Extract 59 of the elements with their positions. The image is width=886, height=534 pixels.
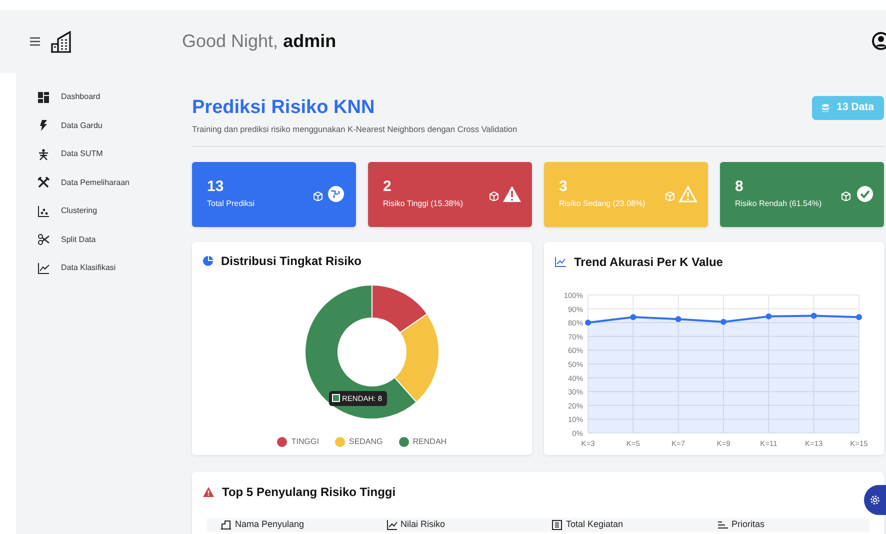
point — [856, 314, 862, 320]
line-chart-icon — [38, 262, 50, 274]
scissors-icon — [38, 234, 50, 246]
tower-icon — [38, 148, 50, 160]
column-header: Total Kegiatan — [538, 518, 704, 532]
lightning-icon — [38, 120, 50, 132]
sidebar-item[interactable]: Data Klasifikasi — [16, 254, 175, 282]
sidebar-item[interactable]: Data Pemeliharaan — [16, 168, 175, 197]
database-icon — [822, 104, 829, 112]
page-subtitle: Training dan prediksi risiko menggunakan K-Nearest Neighbors dengan Cross Validation — [192, 123, 518, 136]
column-header: Prioritas — [704, 518, 869, 532]
sidebar-item[interactable]: Dashboard — [16, 83, 175, 112]
line-chart-icon — [386, 520, 396, 530]
legend-dot — [398, 436, 409, 447]
stat-value: 13 — [207, 178, 225, 195]
dashboard-icon — [38, 92, 50, 103]
data-count-badge: 13 Data — [812, 96, 884, 120]
table-icon — [552, 520, 562, 530]
point — [585, 319, 591, 326]
column-header: Nama Penyulang — [207, 518, 372, 532]
page-title: Prediksi Risiko KNN — [192, 96, 376, 120]
menu-icon[interactable] — [30, 37, 40, 46]
warning-icon — [203, 486, 214, 497]
legend-dot — [277, 436, 288, 447]
point — [766, 313, 772, 320]
scatter-plot-icon — [38, 206, 50, 217]
legend-label: TINGGI — [291, 436, 319, 448]
check-circle-icon — [854, 185, 874, 204]
legend-label: RENDAH — [412, 436, 447, 448]
stat-value: 3 — [559, 178, 568, 195]
stat-label: Risiko Tinggi (15.38%) — [383, 198, 464, 210]
card-title: Top 5 Penyulang Risiko Tinggi — [222, 484, 396, 501]
column-header: Nilai Risiko — [372, 518, 538, 532]
stat-label: Total Prediksi — [207, 198, 255, 210]
greeting-text: Good Night, admin — [182, 30, 336, 53]
card-title: Trend Akurasi Per K Value — [574, 254, 723, 271]
card-title: Distribusi Tingkat Risiko — [221, 252, 362, 270]
legend-dot — [334, 436, 345, 447]
pie-chart-icon — [203, 256, 213, 266]
sidebar-item[interactable]: Data Gardu — [16, 112, 175, 140]
legend-label: SEDANG — [348, 436, 383, 448]
stat-value: 2 — [383, 178, 392, 195]
point — [675, 316, 682, 322]
tools-icon — [38, 177, 50, 188]
line-chart-icon — [555, 256, 566, 267]
point — [630, 314, 636, 320]
sidebar-item[interactable]: Clustering — [16, 197, 175, 226]
sidebar-item[interactable]: Data SUTM — [16, 140, 175, 168]
stat-value: 8 — [735, 178, 744, 195]
point — [720, 318, 726, 325]
warning-icon — [678, 185, 698, 204]
stat-label: Risiko Sedang (23.08%) — [559, 198, 646, 210]
settings-icon — [870, 494, 880, 506]
sidebar-item[interactable]: Split Data — [16, 226, 175, 254]
point — [810, 312, 817, 318]
list-icon — [718, 520, 728, 530]
stat-label: Risiko Rendah (61.54%) — [735, 198, 822, 210]
warning-icon — [502, 185, 522, 204]
user-avatar-icon[interactable] — [872, 32, 886, 50]
